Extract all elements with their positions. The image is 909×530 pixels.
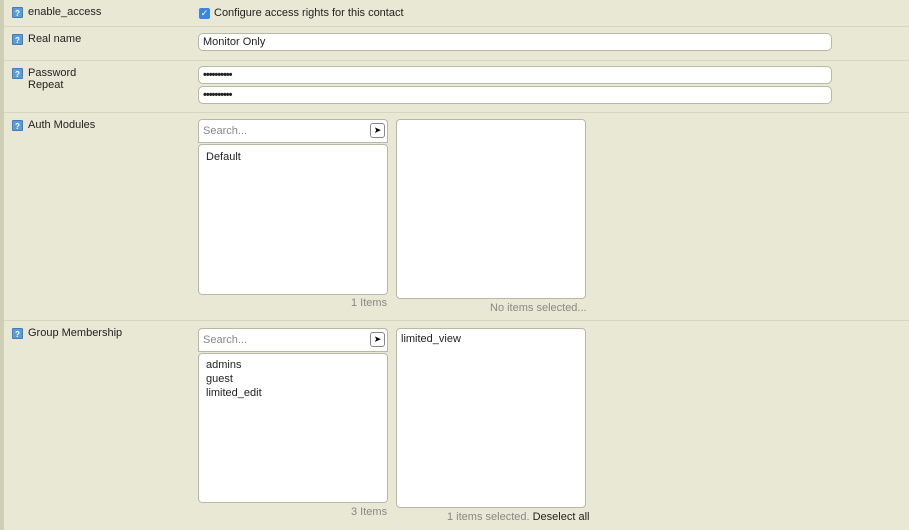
list-item[interactable]: admins: [199, 358, 387, 372]
help-icon[interactable]: ?: [12, 34, 23, 45]
group-membership-count: 3 Items: [351, 506, 388, 518]
help-icon[interactable]: ?: [12, 120, 23, 131]
password-repeat-input[interactable]: ••••••••••: [198, 86, 832, 104]
checkmark-icon: ✓: [200, 8, 209, 18]
row-real-name: ? Real name Monitor Only: [4, 27, 909, 61]
row-group-membership: ? Group Membership Search... ➤ admins gu…: [4, 321, 909, 530]
deselect-all-link[interactable]: Deselect all: [533, 511, 590, 523]
auth-modules-selected-status: No items selected...: [490, 302, 587, 314]
label-real-name: ? Real name: [12, 33, 81, 45]
enable-access-checkbox[interactable]: ✓: [199, 8, 210, 19]
password-input[interactable]: ••••••••••: [198, 66, 832, 84]
group-membership-search-input[interactable]: Search... ➤: [198, 328, 388, 352]
row-auth-modules: ? Auth Modules Search... ➤ Default 1 Ite…: [4, 113, 909, 321]
auth-modules-search-input[interactable]: Search... ➤: [198, 119, 388, 143]
list-item[interactable]: guest: [199, 372, 387, 386]
auth-modules-selected-list[interactable]: [396, 119, 586, 299]
real-name-input[interactable]: Monitor Only: [198, 33, 832, 51]
help-icon[interactable]: ?: [12, 68, 23, 79]
auth-modules-available-list[interactable]: Default: [198, 144, 388, 295]
label-group-membership: ? Group Membership: [12, 327, 122, 339]
list-item[interactable]: limited_edit: [199, 386, 387, 400]
group-membership-selected-status: 1 items selected. Deselect all: [447, 511, 590, 523]
arrow-right-icon[interactable]: ➤: [370, 332, 385, 347]
group-membership-selected-list[interactable]: limited_view: [396, 328, 586, 508]
list-item[interactable]: limited_view: [397, 332, 585, 346]
arrow-right-icon[interactable]: ➤: [370, 123, 385, 138]
help-icon[interactable]: ?: [12, 328, 23, 339]
auth-modules-count: 1 Items: [351, 297, 388, 309]
label-auth-modules: ? Auth Modules: [12, 119, 95, 131]
help-icon[interactable]: ?: [12, 7, 23, 18]
row-password: ? Password Repeat •••••••••• ••••••••••: [4, 61, 909, 113]
row-enable-access: ? enable_access ✓ Configure access right…: [4, 0, 909, 27]
list-item[interactable]: Default: [199, 150, 387, 164]
label-password: ? Password Repeat: [12, 67, 76, 91]
enable-access-checkbox-label[interactable]: Configure access rights for this contact: [214, 7, 404, 19]
group-membership-available-list[interactable]: admins guest limited_edit: [198, 353, 388, 503]
label-enable-access: ? enable_access: [12, 6, 101, 18]
